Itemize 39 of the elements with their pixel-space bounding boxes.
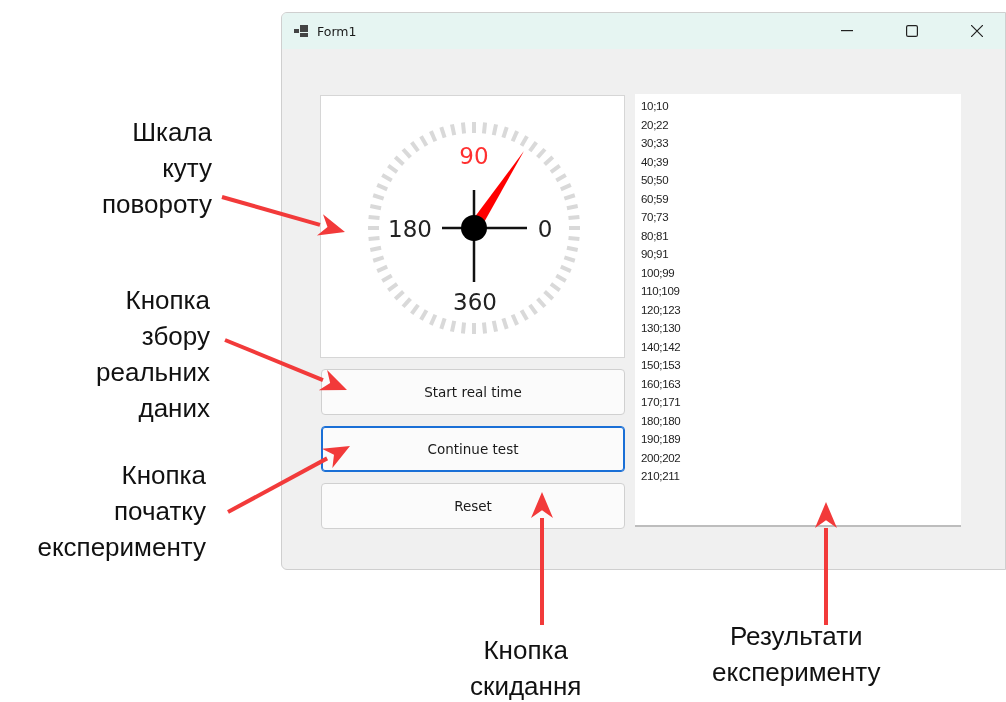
app-icon bbox=[294, 25, 308, 37]
dial-label: 0 bbox=[537, 216, 553, 242]
result-line: 100;99 bbox=[641, 265, 676, 281]
result-line: 130;130 bbox=[641, 321, 682, 336]
result-line: 150;153 bbox=[641, 358, 682, 373]
result-line: 60;59 bbox=[641, 191, 670, 207]
maximize-icon bbox=[906, 25, 918, 37]
result-line: 50;50 bbox=[641, 173, 670, 188]
close-icon bbox=[971, 25, 983, 37]
annotation-label: Кнопка збору реальних даних bbox=[96, 284, 210, 425]
result-line: 160;163 bbox=[641, 376, 682, 392]
result-line: 40;39 bbox=[641, 154, 670, 170]
result-line: 80;81 bbox=[641, 228, 670, 244]
dial-label: 90 bbox=[459, 143, 489, 169]
result-line: 70;73 bbox=[641, 210, 670, 225]
dial-label: 360 bbox=[453, 289, 497, 315]
result-line: 180;180 bbox=[641, 413, 682, 429]
result-line: 170;171 bbox=[641, 395, 682, 410]
result-line: 20;22 bbox=[641, 117, 670, 133]
annotation-label: Шкала куту повороту bbox=[101, 116, 212, 221]
annotation-label: Кнопка скидання bbox=[470, 634, 582, 702]
dial-label: 180 bbox=[388, 216, 432, 242]
result-line: 190;189 bbox=[641, 432, 682, 447]
minimize-icon bbox=[841, 30, 853, 32]
result-line: 90;91 bbox=[641, 247, 670, 262]
result-line: 110;109 bbox=[641, 284, 681, 299]
action-button[interactable]: Continue test bbox=[321, 426, 625, 472]
needle-hub bbox=[461, 215, 487, 241]
result-line: 30;33 bbox=[641, 136, 670, 151]
annotation-label: Кнопка початку експерименту bbox=[37, 459, 206, 564]
result-line: 120;123 bbox=[641, 302, 682, 318]
result-line: 200;202 bbox=[641, 450, 682, 466]
annotation-label: Результати експерименту bbox=[712, 620, 881, 689]
action-button[interactable]: Start real time bbox=[321, 369, 625, 415]
result-line: 210;211 bbox=[641, 469, 681, 484]
result-line: 10;10 bbox=[641, 99, 670, 114]
action-button[interactable]: Reset bbox=[321, 483, 625, 529]
result-line: 140;142 bbox=[641, 339, 682, 355]
window-title: Form1 bbox=[317, 23, 358, 39]
